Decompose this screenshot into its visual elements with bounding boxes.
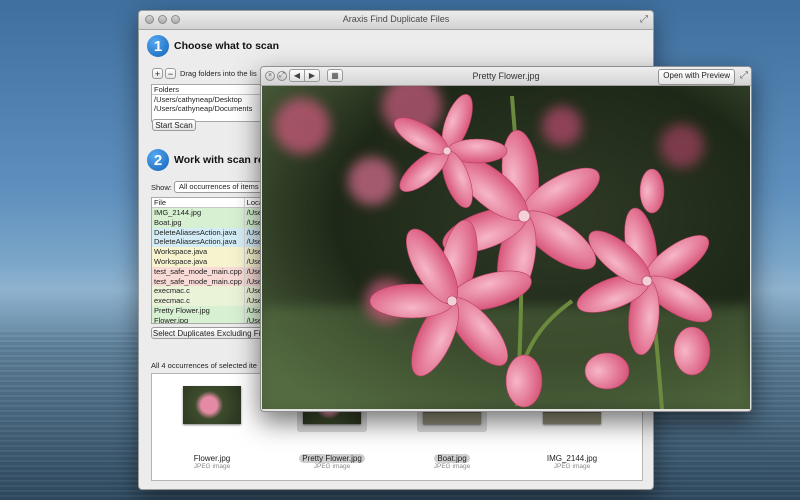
file-name-cell: execmac.c xyxy=(154,296,190,306)
table-row[interactable]: DeleteAliasesAction.java/Use xyxy=(152,237,272,248)
table-row[interactable]: test_safe_mode_main.cpp/Use xyxy=(152,276,272,287)
step-1-title: Choose what to scan xyxy=(174,40,280,52)
thumbnail-kind: JPEG image xyxy=(553,463,591,470)
results-table[interactable]: File Loca IMG_2144.jpg/Use Boat.jpg/Use De… xyxy=(151,197,273,324)
file-name-cell: test_safe_mode_main.cpp xyxy=(154,266,242,276)
file-name-cell: IMG_2144.jpg xyxy=(154,208,202,217)
start-scan-button[interactable]: Start Scan xyxy=(152,119,196,131)
quicklook-window: × ⤢ ◀ ▶ ▦ Pretty Flower.jpg Open with Pr… xyxy=(260,66,752,412)
table-row[interactable]: execmac.c/Use xyxy=(152,296,272,306)
show-label: Show: xyxy=(151,183,172,192)
drag-hint: Drag folders into the lis xyxy=(180,69,257,78)
file-name-cell: execmac.c xyxy=(154,286,190,296)
thumbnail-kind: JPEG image xyxy=(313,463,351,470)
file-name-cell: DeleteAliasesAction.java xyxy=(154,237,237,247)
file-name-cell: DeleteAliasesAction.java xyxy=(154,227,237,237)
step-2-title: Work with scan res xyxy=(174,154,270,166)
flower-photo xyxy=(262,86,750,409)
occurrences-label: All 4 occurrences of selected ite xyxy=(151,361,257,370)
file-name-cell: Workspace.java xyxy=(154,247,208,257)
main-titlebar[interactable]: Araxis Find Duplicate Files ⤢ xyxy=(139,11,653,30)
file-name-cell: Boat.jpg xyxy=(154,217,182,227)
quicklook-titlebar[interactable]: × ⤢ ◀ ▶ ▦ Pretty Flower.jpg Open with Pr… xyxy=(261,67,751,86)
table-row[interactable]: Boat.jpg/Use xyxy=(152,217,272,228)
table-row[interactable]: Workspace.java/Use xyxy=(152,247,272,257)
thumbnail-name: Pretty Flower.jpg xyxy=(299,454,365,463)
open-with-preview-button[interactable]: Open with Preview xyxy=(658,69,735,85)
table-row[interactable]: test_safe_mode_main.cpp/Use xyxy=(152,266,272,277)
file-column-header[interactable]: File xyxy=(152,198,244,207)
thumbnail-name: Boat.jpg xyxy=(434,454,470,463)
add-folder-button[interactable]: + xyxy=(152,68,163,79)
step-2-heading: 2 Work with scan res xyxy=(147,149,270,171)
table-row[interactable]: execmac.c/Use xyxy=(152,286,272,297)
file-name-cell: Workspace.java xyxy=(154,256,208,266)
table-row[interactable]: Flower.jpg/Use xyxy=(152,315,272,324)
remove-folder-button[interactable]: − xyxy=(165,68,176,79)
file-name-cell: Flower.jpg xyxy=(154,315,189,324)
show-filter-select[interactable]: All occurrences of items xyxy=(174,181,264,193)
table-row[interactable]: IMG_2144.jpg/Use xyxy=(152,208,272,218)
table-row[interactable]: Pretty Flower.jpg/Use xyxy=(152,305,272,316)
thumbnail-name: Flower.jpg xyxy=(193,454,231,463)
thumbnail-item[interactable]: Flower.jpg JPEG image xyxy=(172,378,252,470)
results-table-header: File Loca xyxy=(152,198,272,208)
step-1-heading: 1 Choose what to scan xyxy=(147,35,279,57)
folder-row[interactable]: /Users/cathyneap/Desktop xyxy=(152,95,272,104)
results-table-body: IMG_2144.jpg/Use Boat.jpg/Use DeleteAliase… xyxy=(152,208,272,324)
folders-list[interactable]: Folders /Users/cathyneap/Desktop /Users/… xyxy=(151,84,273,122)
window-title: Araxis Find Duplicate Files xyxy=(342,14,450,24)
resize-icon[interactable]: ⤢ xyxy=(740,70,748,81)
thumbnail-name: IMG_2144.jpg xyxy=(546,454,598,463)
thumbnail-kind: JPEG image xyxy=(433,463,471,470)
fullscreen-icon[interactable]: ⤢ xyxy=(640,14,648,25)
step-1-icon: 1 xyxy=(147,35,169,57)
file-name-cell: test_safe_mode_main.cpp xyxy=(154,276,242,286)
thumbnail-kind: JPEG image xyxy=(193,463,231,470)
file-name-cell: Pretty Flower.jpg xyxy=(154,305,210,315)
table-row[interactable]: DeleteAliasesAction.java/Use xyxy=(152,227,272,238)
folders-header: Folders xyxy=(152,85,272,95)
select-duplicates-button[interactable]: Select Duplicates Excluding Firs xyxy=(151,327,269,339)
flower-thumbnail-image xyxy=(183,386,241,424)
step-2-icon: 2 xyxy=(147,149,169,171)
folder-row[interactable]: /Users/cathyneap/Documents xyxy=(152,104,272,113)
table-row[interactable]: Workspace.java/Use xyxy=(152,256,272,267)
thumbnail-frame xyxy=(177,378,247,432)
